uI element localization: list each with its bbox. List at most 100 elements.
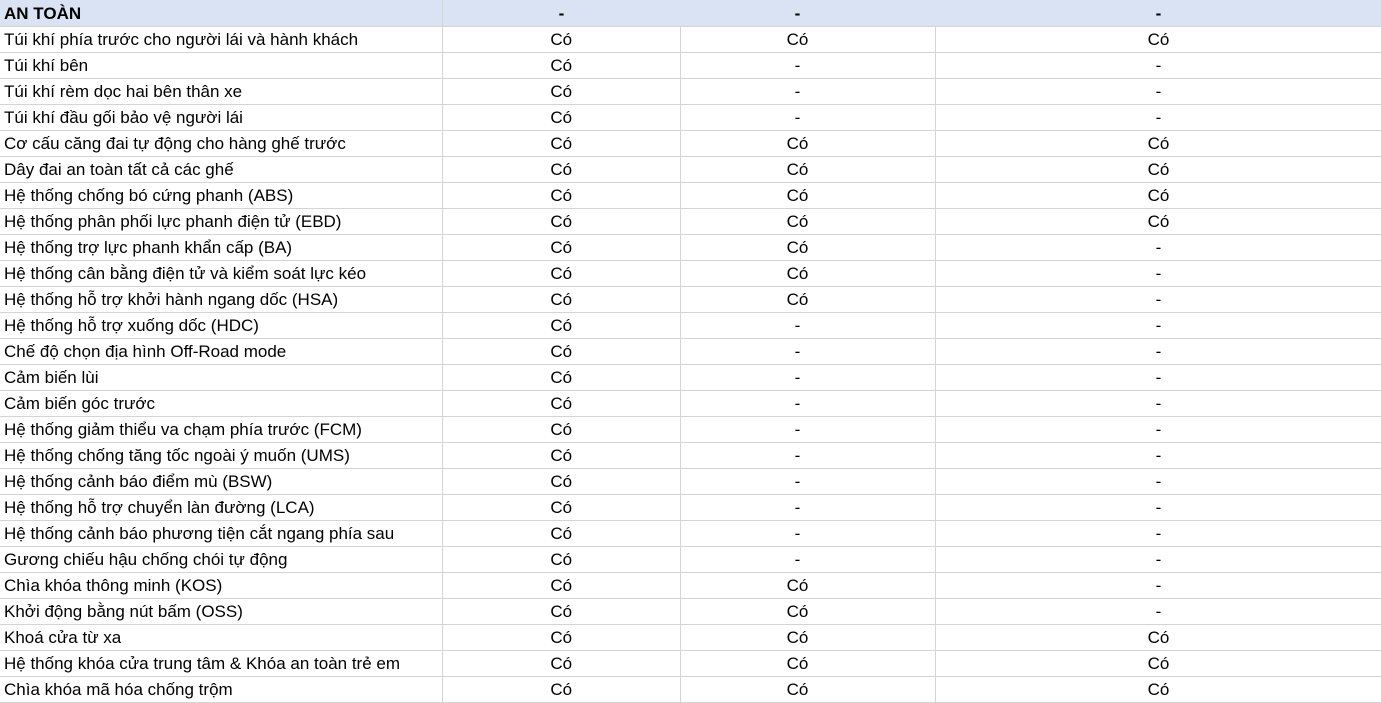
table-row[interactable]: Dây đai an toàn tất cả các ghế Có Có Có <box>0 156 1381 183</box>
value-cell-1[interactable]: Có <box>442 364 681 391</box>
value-cell-1[interactable]: Có <box>442 468 681 495</box>
feature-label-cell[interactable]: Túi khí bên <box>0 52 443 79</box>
section-col2-cell[interactable]: - <box>680 0 935 27</box>
value-cell-1[interactable]: Có <box>442 156 681 183</box>
value-cell-3[interactable]: - <box>935 52 1381 79</box>
feature-label-cell[interactable]: Chế độ chọn địa hình Off-Road mode <box>0 338 443 365</box>
value-cell-3[interactable]: Có <box>935 156 1381 183</box>
feature-label-cell[interactable]: Cảm biến lùi <box>0 364 443 391</box>
value-cell-3[interactable]: - <box>935 286 1381 313</box>
value-cell-1[interactable]: Có <box>442 26 681 53</box>
value-cell-1[interactable]: Có <box>442 416 681 443</box>
feature-label-cell[interactable]: Hệ thống trợ lực phanh khẩn cấp (BA) <box>0 234 443 261</box>
table-row[interactable]: Khoá cửa từ xa Có Có Có <box>0 624 1381 651</box>
feature-label-cell[interactable]: Hệ thống cảnh báo phương tiện cắt ngang … <box>0 520 443 547</box>
table-row[interactable]: Hệ thống chống tăng tốc ngoài ý muốn (UM… <box>0 442 1381 469</box>
value-cell-3[interactable]: - <box>935 546 1381 573</box>
value-cell-3[interactable]: Có <box>935 130 1381 157</box>
value-cell-3[interactable]: - <box>935 390 1381 417</box>
value-cell-2[interactable]: Có <box>680 572 936 599</box>
value-cell-3[interactable]: - <box>935 598 1381 625</box>
value-cell-1[interactable]: Có <box>442 624 681 651</box>
value-cell-3[interactable]: - <box>935 234 1381 261</box>
value-cell-1[interactable]: Có <box>442 546 681 573</box>
value-cell-2[interactable]: Có <box>680 650 936 677</box>
value-cell-1[interactable]: Có <box>442 260 681 287</box>
feature-label-cell[interactable]: Hệ thống cân bằng điện tử và kiểm soát l… <box>0 260 443 287</box>
value-cell-2[interactable]: Có <box>680 260 936 287</box>
table-row[interactable]: Gương chiếu hậu chống chói tự động Có - - <box>0 546 1381 573</box>
feature-label-cell[interactable]: Hệ thống hỗ trợ khởi hành ngang dốc (HSA… <box>0 286 443 313</box>
value-cell-1[interactable]: Có <box>442 182 681 209</box>
value-cell-1[interactable]: Có <box>442 312 681 339</box>
value-cell-2[interactable]: - <box>680 416 936 443</box>
value-cell-3[interactable]: - <box>935 468 1381 495</box>
value-cell-1[interactable]: Có <box>442 676 681 703</box>
value-cell-2[interactable]: - <box>680 312 936 339</box>
feature-label-cell[interactable]: Hệ thống phân phối lực phanh điện tử (EB… <box>0 208 443 235</box>
feature-label-cell[interactable]: Dây đai an toàn tất cả các ghế <box>0 156 443 183</box>
table-row[interactable]: Hệ thống chống bó cứng phanh (ABS) Có Có Có <box>0 182 1381 209</box>
value-cell-1[interactable]: Có <box>442 130 681 157</box>
table-row[interactable]: Cảm biến lùi Có - - <box>0 364 1381 391</box>
value-cell-1[interactable]: Có <box>442 234 681 261</box>
value-cell-3[interactable]: Có <box>935 676 1381 703</box>
value-cell-3[interactable]: Có <box>935 208 1381 235</box>
value-cell-3[interactable]: - <box>935 364 1381 391</box>
table-row[interactable]: Túi khí phía trước cho người lái và hành… <box>0 26 1381 53</box>
value-cell-2[interactable]: Có <box>680 676 936 703</box>
value-cell-2[interactable]: - <box>680 104 936 131</box>
value-cell-3[interactable]: - <box>935 338 1381 365</box>
feature-label-cell[interactable]: Túi khí đầu gối bảo vệ người lái <box>0 104 443 131</box>
table-row[interactable]: Hệ thống cảnh báo điểm mù (BSW) Có - - <box>0 468 1381 495</box>
table-row[interactable]: Chế độ chọn địa hình Off-Road mode Có - - <box>0 338 1381 365</box>
table-row[interactable]: Hệ thống phân phối lực phanh điện tử (EB… <box>0 208 1381 235</box>
value-cell-1[interactable]: Có <box>442 104 681 131</box>
value-cell-3[interactable]: Có <box>935 650 1381 677</box>
value-cell-2[interactable]: Có <box>680 286 936 313</box>
value-cell-1[interactable]: Có <box>442 598 681 625</box>
value-cell-2[interactable]: - <box>680 546 936 573</box>
feature-label-cell[interactable]: Hệ thống cảnh báo điểm mù (BSW) <box>0 468 443 495</box>
value-cell-1[interactable]: Có <box>442 442 681 469</box>
value-cell-2[interactable]: Có <box>680 598 936 625</box>
table-row[interactable]: Cảm biến góc trước Có - - <box>0 390 1381 417</box>
table-row[interactable]: Túi khí bên Có - - <box>0 52 1381 79</box>
value-cell-1[interactable]: Có <box>442 52 681 79</box>
feature-label-cell[interactable]: Cảm biến góc trước <box>0 390 443 417</box>
value-cell-1[interactable]: Có <box>442 78 681 105</box>
value-cell-3[interactable]: Có <box>935 182 1381 209</box>
table-row[interactable]: Hệ thống khóa cửa trung tâm & Khóa an to… <box>0 650 1381 677</box>
value-cell-1[interactable]: Có <box>442 520 681 547</box>
value-cell-2[interactable]: - <box>680 364 936 391</box>
value-cell-1[interactable]: Có <box>442 494 681 521</box>
feature-label-cell[interactable]: Khởi động bằng nút bấm (OSS) <box>0 598 443 625</box>
value-cell-2[interactable]: - <box>680 338 936 365</box>
value-cell-1[interactable]: Có <box>442 650 681 677</box>
section-title-cell[interactable]: AN TOÀN <box>0 0 443 27</box>
table-row[interactable]: Hệ thống giảm thiểu va chạm phía trước (… <box>0 416 1381 443</box>
section-header-row[interactable]: AN TOÀN - - - <box>0 0 1381 27</box>
feature-label-cell[interactable]: Chìa khóa thông minh (KOS) <box>0 572 443 599</box>
value-cell-1[interactable]: Có <box>442 286 681 313</box>
feature-label-cell[interactable]: Hệ thống chống bó cứng phanh (ABS) <box>0 182 443 209</box>
feature-label-cell[interactable]: Hệ thống chống tăng tốc ngoài ý muốn (UM… <box>0 442 443 469</box>
value-cell-3[interactable]: - <box>935 520 1381 547</box>
feature-label-cell[interactable]: Hệ thống hỗ trợ chuyển làn đường (LCA) <box>0 494 443 521</box>
value-cell-3[interactable]: - <box>935 416 1381 443</box>
section-col3-cell[interactable]: - <box>935 0 1381 27</box>
table-row[interactable]: Cơ cấu căng đai tự động cho hàng ghế trư… <box>0 130 1381 157</box>
feature-label-cell[interactable]: Cơ cấu căng đai tự động cho hàng ghế trư… <box>0 130 443 157</box>
table-row[interactable]: Hệ thống cảnh báo phương tiện cắt ngang … <box>0 520 1381 547</box>
value-cell-1[interactable]: Có <box>442 208 681 235</box>
value-cell-2[interactable]: - <box>680 442 936 469</box>
table-row[interactable]: Hệ thống hỗ trợ khởi hành ngang dốc (HSA… <box>0 286 1381 313</box>
value-cell-3[interactable]: - <box>935 494 1381 521</box>
value-cell-3[interactable]: - <box>935 78 1381 105</box>
value-cell-3[interactable]: - <box>935 312 1381 339</box>
value-cell-1[interactable]: Có <box>442 572 681 599</box>
value-cell-2[interactable]: Có <box>680 208 936 235</box>
value-cell-2[interactable]: - <box>680 520 936 547</box>
value-cell-3[interactable]: Có <box>935 624 1381 651</box>
table-row[interactable]: Khởi động bằng nút bấm (OSS) Có Có - <box>0 598 1381 625</box>
